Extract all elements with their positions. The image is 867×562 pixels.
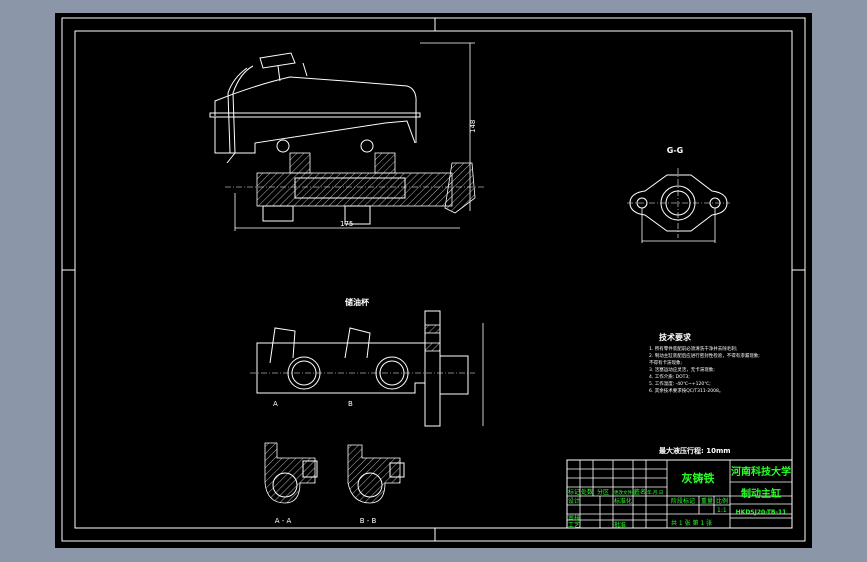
technical-requirements: 技术要求 1. 所有零件装配前必须清洗干净并去除毛刺; 2. 制动主缸装配后应进… xyxy=(649,332,760,455)
section-aa-label: A - A xyxy=(275,517,292,525)
drawing-text: 标记 xyxy=(568,488,580,496)
section-bb-view: B - B xyxy=(347,444,405,525)
drawing-text: 年.月.日 xyxy=(647,489,663,496)
drawing-text: 分区 xyxy=(597,488,609,496)
tech-req-item: 2. 制动主缸装配后应进行密封性检验，不得有渗漏现象; xyxy=(649,352,760,359)
drawing-text: 阶段标记 xyxy=(671,497,695,505)
drawing-text: 148 xyxy=(469,120,477,133)
drawing-text: 审核 xyxy=(568,514,580,522)
drawing-text: 设计 xyxy=(568,497,580,505)
tech-req-item: 4. 工作介质: DOT3; xyxy=(649,373,690,380)
main-cylinder-front-view: 148 175 xyxy=(209,42,485,231)
section-bb-label: B - B xyxy=(360,517,377,525)
tech-req-item: 不得有卡滞现象; xyxy=(649,359,682,366)
scale-value: 1:1 xyxy=(717,507,727,514)
drawing-text: 处数 xyxy=(581,488,593,496)
section-aa-view: A - A xyxy=(264,442,318,525)
section-gc-label: G-G xyxy=(667,146,683,155)
marker-a: A xyxy=(273,400,278,408)
tech-req-item: 6. 其余技术要求按QC/T311-2008。 xyxy=(649,387,723,394)
school-name: 河南科技大学 xyxy=(731,465,791,478)
tech-req-item: 3. 活塞运动应灵活，无卡滞现象; xyxy=(649,366,715,373)
drawing-text: 批准 xyxy=(614,521,626,529)
max-stroke-note: 最大液压行程: 10mm xyxy=(659,446,731,455)
section-gc-view: G-G xyxy=(627,146,730,243)
marker-b: B xyxy=(348,400,353,408)
drawing-text: 重量 xyxy=(701,497,713,505)
drawing-text: 签名 xyxy=(634,488,646,496)
reservoir-top-view: 储油杯 A B xyxy=(250,297,484,427)
reservoir-label: 储油杯 xyxy=(344,297,370,307)
tech-req-item: 5. 工作温度: -40℃~+120℃; xyxy=(649,380,711,387)
cad-drawing-canvas[interactable]: 148 175 G-G 储油杯 A B A - A B - B 技术要求 1. … xyxy=(55,13,812,548)
drawing-text: 175 xyxy=(340,220,353,228)
drawing-text: 标准化 xyxy=(614,497,632,505)
drawing-number: HKDSJ20-TB-11 xyxy=(736,509,787,516)
material: 灰铸铁 xyxy=(682,471,715,485)
tech-req-title: 技术要求 xyxy=(659,332,692,342)
tech-req-item: 1. 所有零件装配前必须清洗干净并去除毛刺; xyxy=(649,345,737,352)
drawing-text: 比例 xyxy=(716,497,728,505)
outer-frame xyxy=(61,17,806,542)
sheet-count: 共 1 张 第 1 张 xyxy=(671,519,712,527)
title-block: 灰铸铁 河南科技大学 制动主缸 HKDSJ20-TB-11 标记 处数 分区 更… xyxy=(566,459,793,529)
drawing-sheet: 148 175 G-G 储油杯 A B A - A B - B 技术要求 1. … xyxy=(61,17,806,542)
drawing-text: 工艺 xyxy=(568,521,580,529)
part-name: 制动主缸 xyxy=(741,487,781,500)
